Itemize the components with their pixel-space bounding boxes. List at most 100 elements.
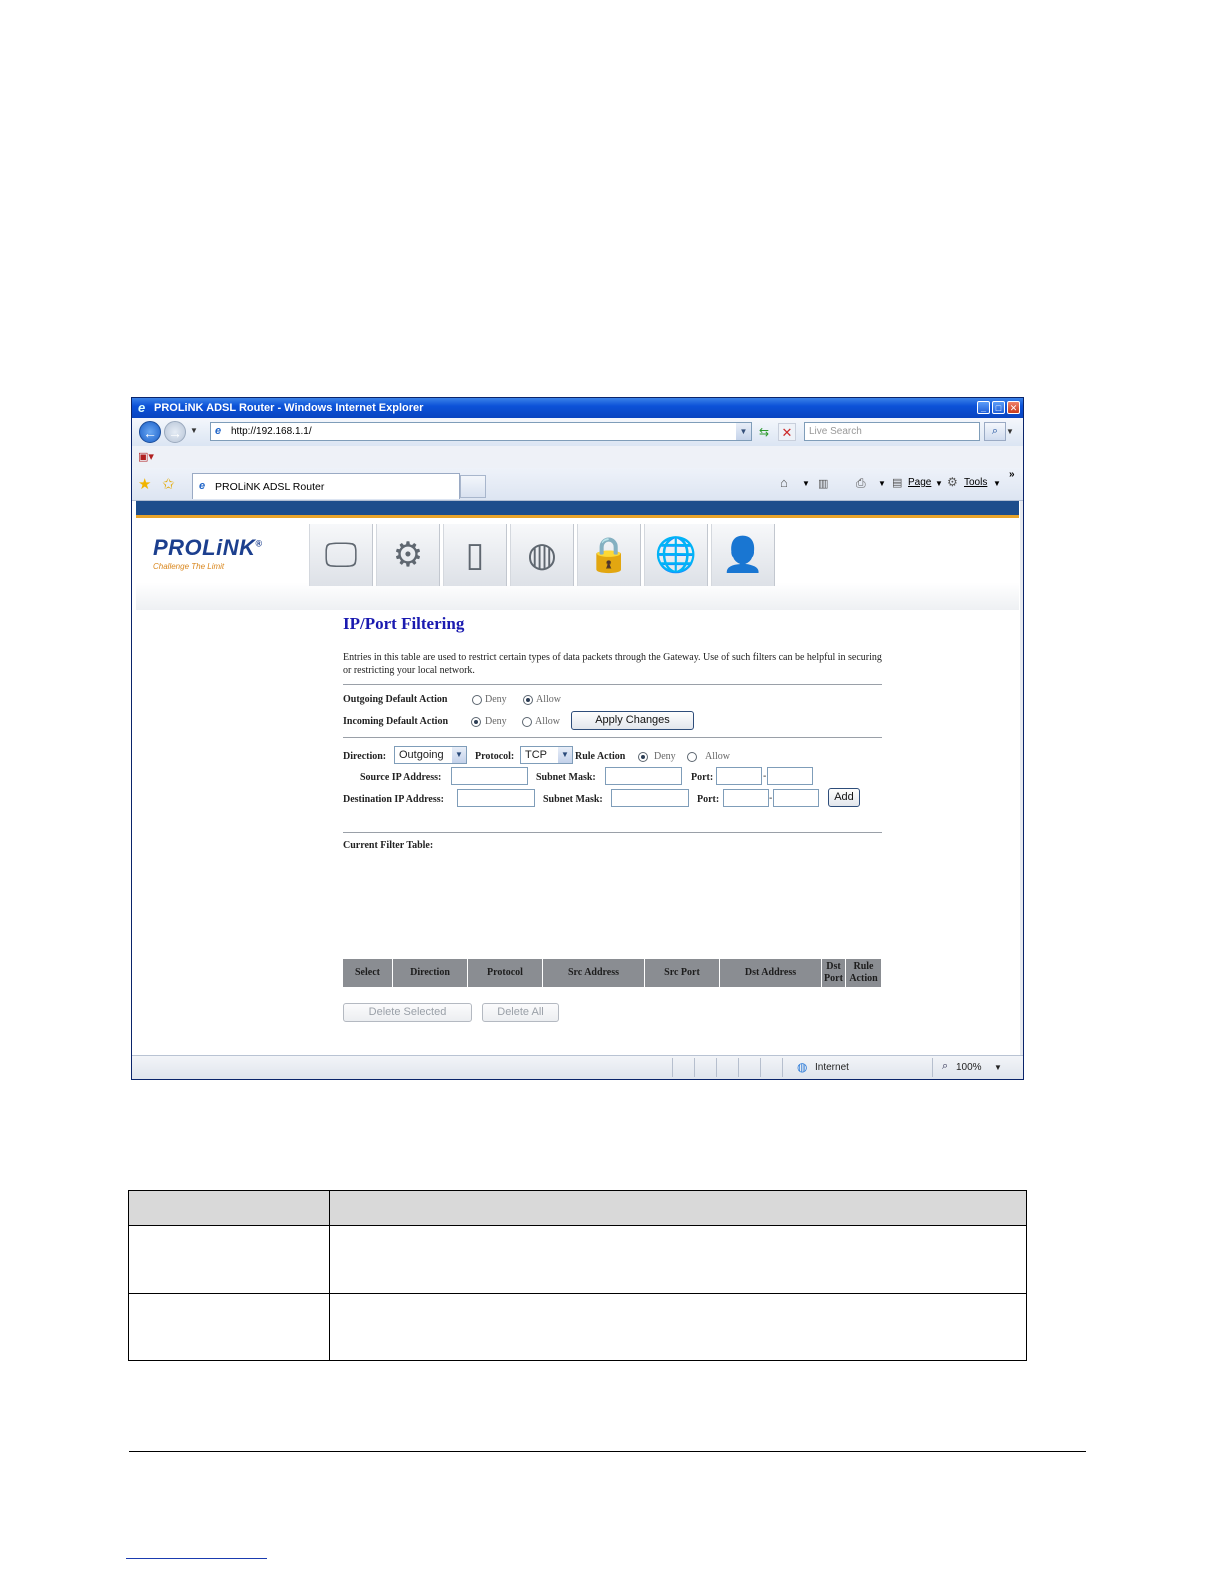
home-icon[interactable]: ⌂: [780, 475, 788, 490]
source-mask-label: Subnet Mask:: [536, 772, 596, 783]
destination-mask-label: Subnet Mask:: [543, 794, 603, 805]
page-menu[interactable]: Page: [908, 477, 931, 488]
col-dst-address: Dst Address: [720, 959, 822, 987]
protocol-label: Protocol:: [475, 751, 515, 762]
new-tab-button[interactable]: [460, 475, 486, 498]
col-direction: Direction: [393, 959, 468, 987]
stop-button[interactable]: ✕: [778, 423, 796, 441]
destination-mask-input[interactable]: [611, 789, 689, 807]
navigation-bar: ← → ▼ e http://192.168.1.1/ ▼ ⇆ ✕ Live S…: [132, 418, 1023, 447]
setup-gear-icon[interactable]: ⚙: [376, 524, 440, 586]
address-dropdown-icon[interactable]: ▼: [736, 423, 751, 440]
window-title: PROLiNK ADSL Router - Windows Internet E…: [154, 402, 424, 414]
source-port-end-input[interactable]: [767, 767, 813, 785]
rule-deny-radio[interactable]: [638, 752, 648, 762]
outgoing-allow-label: Allow: [536, 694, 561, 705]
user-icon[interactable]: 👤: [711, 524, 775, 586]
maximize-button[interactable]: □: [992, 401, 1005, 414]
current-filter-table: Select Direction Protocol Src Address Sr…: [343, 959, 881, 987]
address-input[interactable]: http://192.168.1.1/: [231, 426, 312, 437]
outgoing-deny-radio[interactable]: [472, 695, 482, 705]
col-select: Select: [343, 959, 393, 987]
status-monitor-icon[interactable]: 🖵: [309, 524, 373, 586]
close-button[interactable]: ✕: [1007, 401, 1020, 414]
translate-icon[interactable]: ▣▾: [138, 450, 154, 463]
apply-changes-button[interactable]: Apply Changes: [571, 711, 694, 730]
tools-menu[interactable]: Tools: [964, 477, 987, 488]
status-bar: ◍ Internet ⌕ 100% ▼: [132, 1055, 1023, 1079]
destination-ip-input[interactable]: [457, 789, 535, 807]
page-title: IP/Port Filtering: [343, 614, 465, 633]
zoom-dropdown-icon[interactable]: ▼: [994, 1063, 1002, 1072]
globe-icon[interactable]: ◍: [510, 524, 574, 586]
page-menu-icon: ▤: [892, 477, 903, 489]
row-divider: [129, 1293, 1026, 1294]
direction-value: Outgoing: [399, 749, 444, 761]
network-globe-icon[interactable]: 🌐: [644, 524, 708, 586]
overflow-chevron-icon[interactable]: »: [1009, 469, 1015, 480]
delete-selected-button[interactable]: Delete Selected: [343, 1003, 472, 1022]
col-protocol: Protocol: [468, 959, 543, 987]
destination-port-start-input[interactable]: [723, 789, 769, 807]
minimize-button[interactable]: _: [977, 401, 990, 414]
tools-dropdown-icon[interactable]: ▼: [993, 479, 1001, 488]
col-src-address: Src Address: [543, 959, 645, 987]
destination-port-end-input[interactable]: [773, 789, 819, 807]
ie-icon: e: [138, 400, 146, 415]
outgoing-allow-radio[interactable]: [523, 695, 533, 705]
ie-page-icon: e: [199, 480, 206, 492]
direction-label: Direction:: [343, 751, 387, 762]
search-input[interactable]: Live Search: [804, 422, 980, 441]
rule-allow-radio[interactable]: [687, 752, 697, 762]
server-icon[interactable]: ▯: [443, 524, 507, 586]
add-favorite-icon[interactable]: ✩: [162, 475, 175, 493]
tab-label: PROLiNK ADSL Router: [215, 481, 325, 493]
search-icon[interactable]: ⌕: [984, 422, 1006, 441]
page-icon: e: [215, 425, 222, 437]
address-bar[interactable]: e http://192.168.1.1/ ▼: [210, 422, 752, 441]
destination-port-label: Port:: [697, 794, 720, 805]
col-rule-action: Rule Action: [846, 959, 881, 987]
column-divider: [329, 1191, 330, 1360]
feeds-icon[interactable]: ▥: [818, 477, 828, 490]
port-range-dash: -: [769, 793, 773, 804]
home-dropdown-icon[interactable]: ▼: [802, 479, 810, 488]
source-port-start-input[interactable]: [716, 767, 762, 785]
page-dropdown-icon[interactable]: ▼: [935, 479, 943, 488]
protocol-select[interactable]: TCP ▼: [520, 746, 573, 764]
incoming-deny-radio[interactable]: [471, 717, 481, 727]
source-ip-label: Source IP Address:: [360, 772, 442, 783]
refresh-button[interactable]: ⇆: [754, 423, 774, 441]
search-options-icon[interactable]: ▼: [1006, 422, 1016, 441]
outgoing-deny-label: Deny: [485, 694, 507, 705]
direction-select[interactable]: Outgoing ▼: [394, 746, 467, 764]
incoming-default-label: Incoming Default Action: [343, 716, 448, 727]
prolink-logo: PROLiNK®: [153, 535, 263, 561]
print-dropdown-icon[interactable]: ▼: [878, 479, 886, 488]
description-table: [128, 1190, 1027, 1361]
divider: [343, 684, 882, 685]
delete-all-button[interactable]: Delete All: [482, 1003, 559, 1022]
print-icon[interactable]: ⎙: [856, 476, 866, 491]
lock-icon[interactable]: 🔒: [577, 524, 641, 586]
table-header-row: [129, 1191, 1026, 1225]
history-dropdown-icon[interactable]: ▼: [190, 426, 198, 435]
destination-ip-label: Destination IP Address:: [343, 794, 444, 805]
zoom-level[interactable]: 100%: [956, 1062, 982, 1073]
divider: [343, 832, 882, 833]
incoming-allow-radio[interactable]: [522, 717, 532, 727]
security-zone: Internet: [815, 1062, 849, 1073]
internet-zone-icon: ◍: [797, 1060, 808, 1074]
page-description: Entries in this table are used to restri…: [343, 652, 882, 676]
header-blue-bar: [136, 501, 1019, 515]
forward-button[interactable]: →: [164, 421, 186, 443]
favorites-star-icon[interactable]: ★: [138, 475, 151, 493]
tab-router[interactable]: e PROLiNK ADSL Router: [192, 473, 460, 499]
source-mask-input[interactable]: [605, 767, 682, 785]
back-button[interactable]: ←: [139, 421, 161, 443]
add-rule-button[interactable]: Add: [828, 788, 860, 807]
rule-deny-label: Deny: [654, 751, 676, 762]
source-ip-input[interactable]: [451, 767, 528, 785]
col-dst-port: Dst Port: [822, 959, 846, 987]
rule-action-label: Rule Action: [575, 751, 626, 762]
